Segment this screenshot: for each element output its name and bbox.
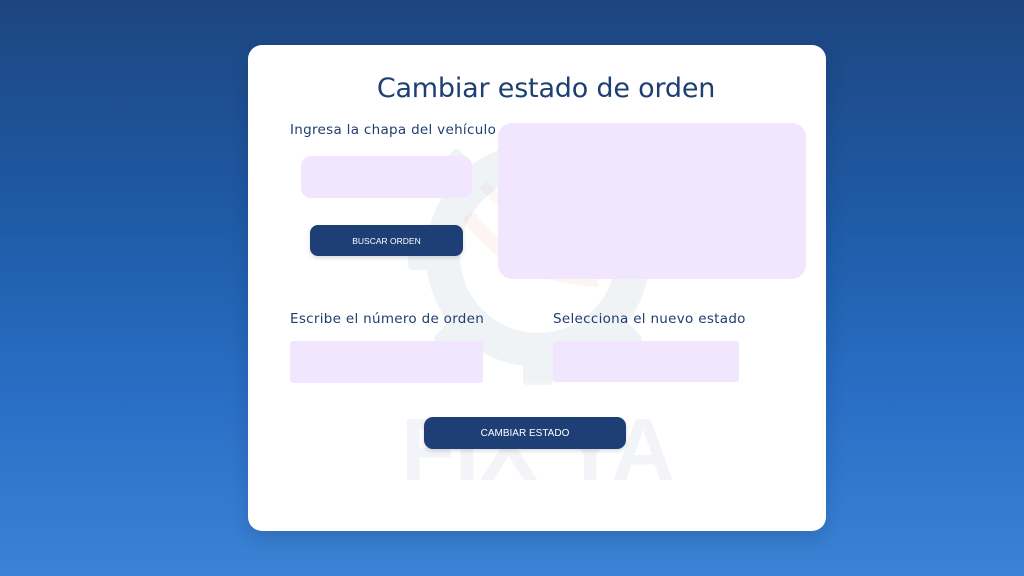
change-status-button-label: CAMBIAR ESTADO <box>480 427 570 439</box>
search-order-button[interactable]: BUSCAR ORDEN <box>310 225 463 256</box>
watermark-text: FIX YA <box>401 400 675 499</box>
page-title: Cambiar estado de orden <box>376 73 716 104</box>
search-order-button-label: BUSCAR ORDEN <box>352 235 421 246</box>
form-card: FIX YA Cambiar estado de orden Ingresa l… <box>248 45 826 531</box>
plate-label: Ingresa la chapa del vehículo <box>290 122 497 138</box>
order-details-panel <box>498 123 806 279</box>
order-number-input[interactable] <box>290 341 483 383</box>
order-number-label: Escribe el número de orden <box>290 311 485 327</box>
plate-input[interactable] <box>301 156 472 198</box>
new-status-select[interactable] <box>553 341 739 382</box>
new-status-label: Selecciona el nuevo estado <box>553 311 746 327</box>
change-status-button[interactable]: CAMBIAR ESTADO <box>424 417 626 449</box>
